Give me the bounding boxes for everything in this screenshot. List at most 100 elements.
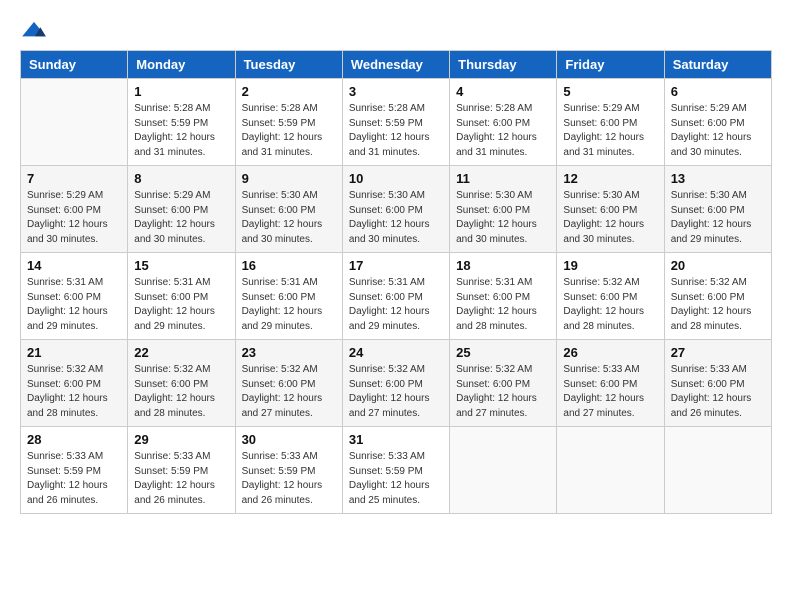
calendar-cell: 29 Sunrise: 5:33 AMSunset: 5:59 PMDaylig… [128, 427, 235, 514]
day-info: Sunrise: 5:32 AMSunset: 6:00 PMDaylight:… [563, 276, 657, 334]
calendar-cell: 14 Sunrise: 5:31 AMSunset: 6:00 PMDaylig… [21, 253, 128, 340]
day-number: 9 [242, 171, 336, 186]
calendar-week-4: 21 Sunrise: 5:32 AMSunset: 6:00 PMDaylig… [21, 340, 772, 427]
day-number: 6 [671, 84, 765, 99]
day-number: 14 [27, 258, 121, 273]
page-header [20, 20, 772, 40]
calendar-cell: 12 Sunrise: 5:30 AMSunset: 6:00 PMDaylig… [557, 166, 664, 253]
day-number: 20 [671, 258, 765, 273]
day-number: 4 [456, 84, 550, 99]
day-number: 19 [563, 258, 657, 273]
calendar-cell [557, 427, 664, 514]
logo [20, 20, 52, 40]
day-number: 10 [349, 171, 443, 186]
day-info: Sunrise: 5:28 AMSunset: 6:00 PMDaylight:… [456, 102, 550, 160]
day-number: 13 [671, 171, 765, 186]
calendar-header-row: SundayMondayTuesdayWednesdayThursdayFrid… [21, 51, 772, 79]
day-info: Sunrise: 5:30 AMSunset: 6:00 PMDaylight:… [242, 189, 336, 247]
day-info: Sunrise: 5:29 AMSunset: 6:00 PMDaylight:… [134, 189, 228, 247]
calendar-cell: 2 Sunrise: 5:28 AMSunset: 5:59 PMDayligh… [235, 79, 342, 166]
calendar-cell: 25 Sunrise: 5:32 AMSunset: 6:00 PMDaylig… [450, 340, 557, 427]
calendar-cell: 5 Sunrise: 5:29 AMSunset: 6:00 PMDayligh… [557, 79, 664, 166]
calendar-cell: 23 Sunrise: 5:32 AMSunset: 6:00 PMDaylig… [235, 340, 342, 427]
day-number: 22 [134, 345, 228, 360]
day-info: Sunrise: 5:33 AMSunset: 5:59 PMDaylight:… [27, 450, 121, 508]
day-number: 30 [242, 432, 336, 447]
header-wednesday: Wednesday [342, 51, 449, 79]
calendar-cell: 4 Sunrise: 5:28 AMSunset: 6:00 PMDayligh… [450, 79, 557, 166]
day-number: 8 [134, 171, 228, 186]
calendar-cell: 26 Sunrise: 5:33 AMSunset: 6:00 PMDaylig… [557, 340, 664, 427]
day-info: Sunrise: 5:30 AMSunset: 6:00 PMDaylight:… [563, 189, 657, 247]
calendar-table: SundayMondayTuesdayWednesdayThursdayFrid… [20, 50, 772, 514]
calendar-cell: 13 Sunrise: 5:30 AMSunset: 6:00 PMDaylig… [664, 166, 771, 253]
day-info: Sunrise: 5:31 AMSunset: 6:00 PMDaylight:… [134, 276, 228, 334]
header-monday: Monday [128, 51, 235, 79]
day-info: Sunrise: 5:32 AMSunset: 6:00 PMDaylight:… [27, 363, 121, 421]
day-number: 18 [456, 258, 550, 273]
header-saturday: Saturday [664, 51, 771, 79]
day-info: Sunrise: 5:31 AMSunset: 6:00 PMDaylight:… [349, 276, 443, 334]
day-info: Sunrise: 5:31 AMSunset: 6:00 PMDaylight:… [27, 276, 121, 334]
day-info: Sunrise: 5:28 AMSunset: 5:59 PMDaylight:… [134, 102, 228, 160]
day-info: Sunrise: 5:33 AMSunset: 5:59 PMDaylight:… [349, 450, 443, 508]
day-info: Sunrise: 5:29 AMSunset: 6:00 PMDaylight:… [27, 189, 121, 247]
calendar-cell: 11 Sunrise: 5:30 AMSunset: 6:00 PMDaylig… [450, 166, 557, 253]
calendar-week-5: 28 Sunrise: 5:33 AMSunset: 5:59 PMDaylig… [21, 427, 772, 514]
calendar-cell: 17 Sunrise: 5:31 AMSunset: 6:00 PMDaylig… [342, 253, 449, 340]
day-number: 24 [349, 345, 443, 360]
day-number: 17 [349, 258, 443, 273]
day-info: Sunrise: 5:30 AMSunset: 6:00 PMDaylight:… [349, 189, 443, 247]
day-info: Sunrise: 5:33 AMSunset: 5:59 PMDaylight:… [134, 450, 228, 508]
calendar-cell: 9 Sunrise: 5:30 AMSunset: 6:00 PMDayligh… [235, 166, 342, 253]
day-info: Sunrise: 5:33 AMSunset: 6:00 PMDaylight:… [671, 363, 765, 421]
generalblue-logo-icon [20, 20, 48, 40]
day-number: 3 [349, 84, 443, 99]
day-info: Sunrise: 5:32 AMSunset: 6:00 PMDaylight:… [671, 276, 765, 334]
calendar-week-2: 7 Sunrise: 5:29 AMSunset: 6:00 PMDayligh… [21, 166, 772, 253]
calendar-cell: 21 Sunrise: 5:32 AMSunset: 6:00 PMDaylig… [21, 340, 128, 427]
day-number: 27 [671, 345, 765, 360]
calendar-cell: 3 Sunrise: 5:28 AMSunset: 5:59 PMDayligh… [342, 79, 449, 166]
day-number: 29 [134, 432, 228, 447]
day-number: 28 [27, 432, 121, 447]
calendar-cell: 8 Sunrise: 5:29 AMSunset: 6:00 PMDayligh… [128, 166, 235, 253]
header-sunday: Sunday [21, 51, 128, 79]
day-number: 31 [349, 432, 443, 447]
day-info: Sunrise: 5:32 AMSunset: 6:00 PMDaylight:… [242, 363, 336, 421]
day-number: 1 [134, 84, 228, 99]
header-tuesday: Tuesday [235, 51, 342, 79]
calendar-cell [450, 427, 557, 514]
day-number: 21 [27, 345, 121, 360]
day-number: 26 [563, 345, 657, 360]
day-info: Sunrise: 5:28 AMSunset: 5:59 PMDaylight:… [349, 102, 443, 160]
day-info: Sunrise: 5:30 AMSunset: 6:00 PMDaylight:… [671, 189, 765, 247]
day-info: Sunrise: 5:29 AMSunset: 6:00 PMDaylight:… [671, 102, 765, 160]
header-thursday: Thursday [450, 51, 557, 79]
day-number: 2 [242, 84, 336, 99]
day-number: 5 [563, 84, 657, 99]
day-info: Sunrise: 5:28 AMSunset: 5:59 PMDaylight:… [242, 102, 336, 160]
day-number: 16 [242, 258, 336, 273]
day-number: 15 [134, 258, 228, 273]
day-info: Sunrise: 5:31 AMSunset: 6:00 PMDaylight:… [242, 276, 336, 334]
day-info: Sunrise: 5:33 AMSunset: 6:00 PMDaylight:… [563, 363, 657, 421]
calendar-cell: 28 Sunrise: 5:33 AMSunset: 5:59 PMDaylig… [21, 427, 128, 514]
day-number: 23 [242, 345, 336, 360]
calendar-cell: 20 Sunrise: 5:32 AMSunset: 6:00 PMDaylig… [664, 253, 771, 340]
day-info: Sunrise: 5:32 AMSunset: 6:00 PMDaylight:… [349, 363, 443, 421]
calendar-week-1: 1 Sunrise: 5:28 AMSunset: 5:59 PMDayligh… [21, 79, 772, 166]
calendar-cell: 22 Sunrise: 5:32 AMSunset: 6:00 PMDaylig… [128, 340, 235, 427]
calendar-cell: 24 Sunrise: 5:32 AMSunset: 6:00 PMDaylig… [342, 340, 449, 427]
day-info: Sunrise: 5:33 AMSunset: 5:59 PMDaylight:… [242, 450, 336, 508]
calendar-week-3: 14 Sunrise: 5:31 AMSunset: 6:00 PMDaylig… [21, 253, 772, 340]
calendar-cell: 16 Sunrise: 5:31 AMSunset: 6:00 PMDaylig… [235, 253, 342, 340]
day-info: Sunrise: 5:29 AMSunset: 6:00 PMDaylight:… [563, 102, 657, 160]
calendar-cell [21, 79, 128, 166]
calendar-cell: 30 Sunrise: 5:33 AMSunset: 5:59 PMDaylig… [235, 427, 342, 514]
calendar-cell: 31 Sunrise: 5:33 AMSunset: 5:59 PMDaylig… [342, 427, 449, 514]
calendar-cell: 15 Sunrise: 5:31 AMSunset: 6:00 PMDaylig… [128, 253, 235, 340]
calendar-cell: 18 Sunrise: 5:31 AMSunset: 6:00 PMDaylig… [450, 253, 557, 340]
day-info: Sunrise: 5:30 AMSunset: 6:00 PMDaylight:… [456, 189, 550, 247]
calendar-cell: 19 Sunrise: 5:32 AMSunset: 6:00 PMDaylig… [557, 253, 664, 340]
